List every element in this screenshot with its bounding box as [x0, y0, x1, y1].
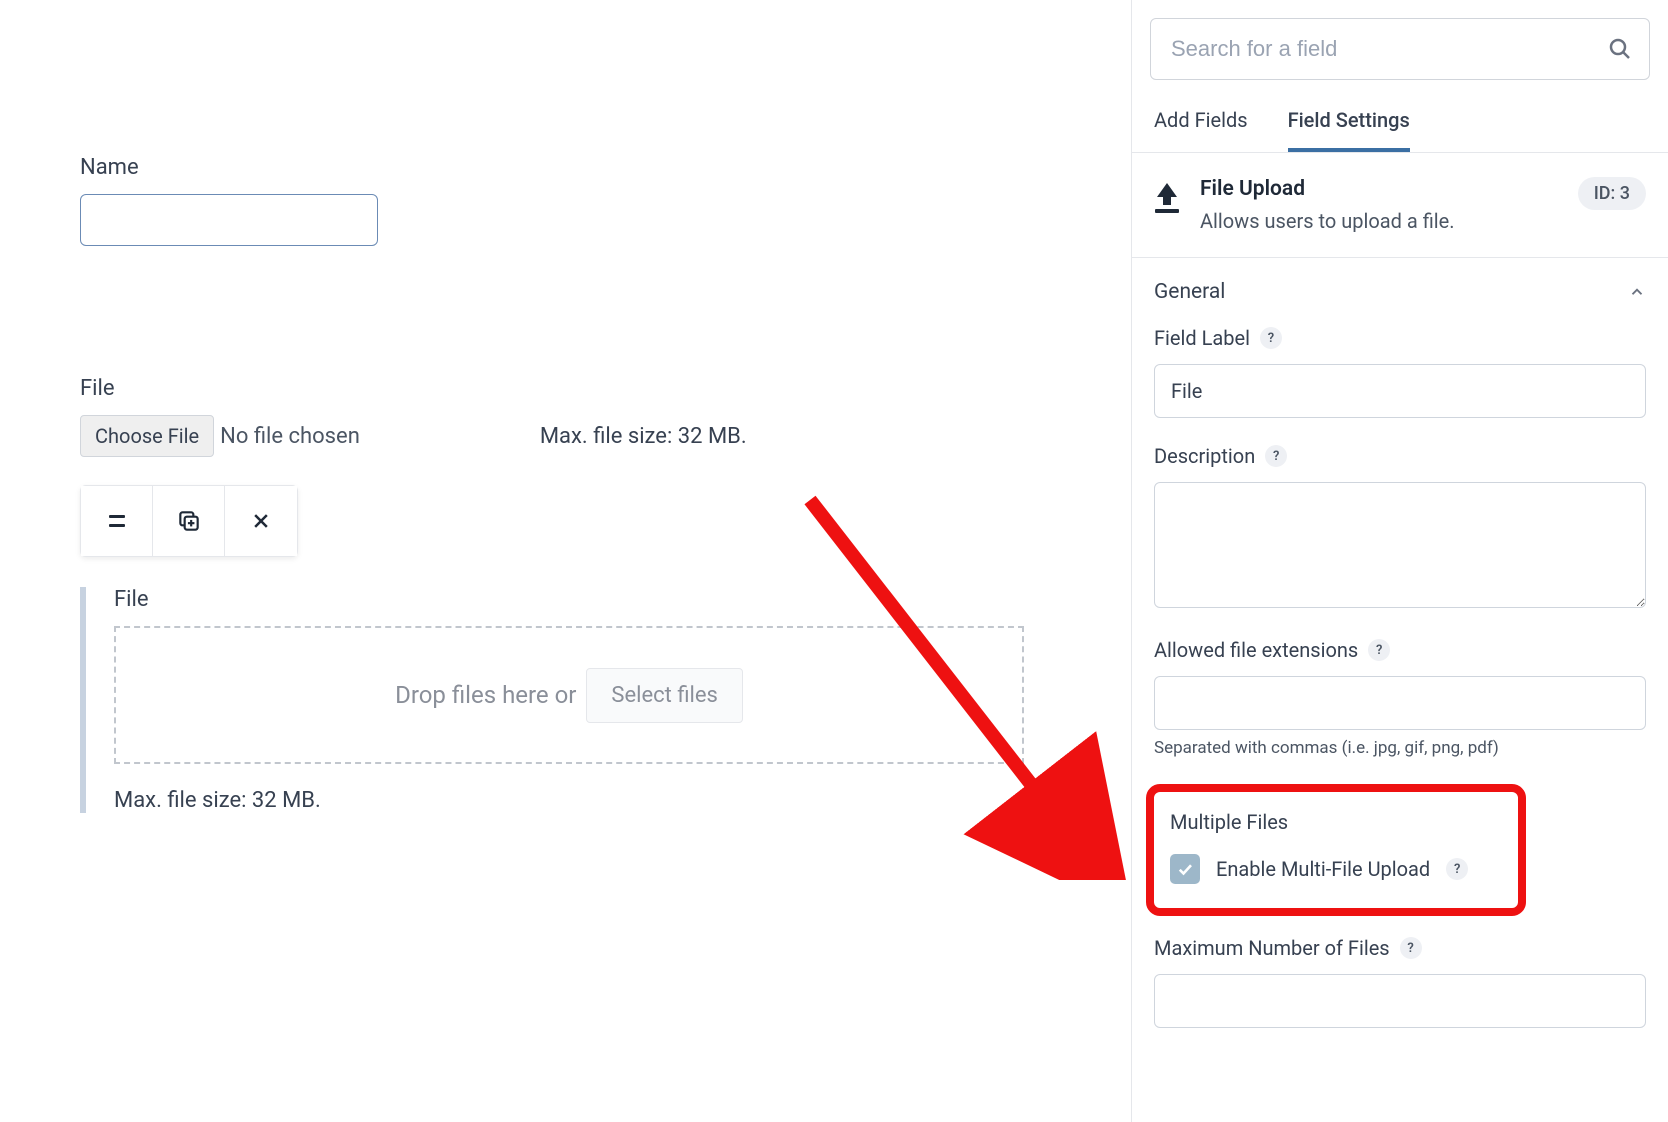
field-toolbar: [80, 485, 298, 557]
sidebar-tabs: Add Fields Field Settings: [1132, 80, 1668, 153]
dropzone[interactable]: Drop files here or Select files: [114, 626, 1024, 764]
tab-add-fields[interactable]: Add Fields: [1154, 108, 1248, 152]
field-label-label: Field Label: [1154, 326, 1250, 350]
field-id-badge: ID: 3: [1578, 177, 1646, 210]
help-icon[interactable]: ?: [1368, 639, 1390, 661]
description-label: Description: [1154, 444, 1255, 468]
enable-multifile-checkbox[interactable]: [1170, 854, 1200, 884]
accordion-general[interactable]: General: [1132, 258, 1668, 326]
field-label-input[interactable]: [1154, 364, 1646, 418]
field-header: File Upload Allows users to upload a fil…: [1132, 153, 1668, 258]
upload-icon: [1154, 183, 1180, 213]
extensions-input[interactable]: [1154, 676, 1646, 730]
help-icon[interactable]: ?: [1260, 327, 1282, 349]
delete-button[interactable]: [225, 486, 297, 556]
setting-field-label: Field Label ?: [1154, 326, 1646, 418]
search-input[interactable]: [1150, 18, 1650, 80]
extensions-hint: Separated with commas (i.e. jpg, gif, pn…: [1154, 738, 1646, 758]
search-icon: [1608, 37, 1632, 61]
max-file-size-text: Max. file size: 32 MB.: [540, 424, 747, 449]
choose-file-button[interactable]: Choose File: [80, 415, 214, 457]
description-textarea[interactable]: [1154, 482, 1646, 608]
no-file-text: No file chosen: [220, 424, 360, 449]
setting-multiple-files-highlight: Multiple Files Enable Multi-File Upload …: [1146, 784, 1526, 916]
drag-icon: [109, 515, 125, 527]
file-upload-single: File Choose File No file chosen Max. fil…: [80, 376, 1071, 557]
sidebar-panel: Add Fields Field Settings File Upload Al…: [1131, 0, 1668, 1122]
name-input[interactable]: [80, 194, 378, 246]
setting-extensions: Allowed file extensions ? Separated with…: [1154, 638, 1646, 758]
chevron-up-icon: [1628, 283, 1646, 301]
file-upload-multi-selected[interactable]: File Drop files here or Select files Max…: [80, 587, 1071, 813]
settings-body: Field Label ? Description ? Allowed file…: [1132, 326, 1668, 1028]
tab-field-settings[interactable]: Field Settings: [1288, 108, 1410, 152]
name-label: Name: [80, 155, 1071, 180]
file1-label: File: [80, 376, 1071, 401]
max-files-label: Maximum Number of Files: [1154, 936, 1390, 960]
multiple-files-title: Multiple Files: [1170, 810, 1502, 834]
form-preview: Name File Choose File No file chosen Max…: [0, 0, 1131, 1122]
drag-handle[interactable]: [81, 486, 153, 556]
duplicate-button[interactable]: [153, 486, 225, 556]
select-files-button[interactable]: Select files: [586, 668, 742, 723]
help-icon[interactable]: ?: [1265, 445, 1287, 467]
setting-description: Description ?: [1154, 444, 1646, 612]
duplicate-icon: [176, 508, 202, 534]
drop-text: Drop files here or: [395, 681, 576, 709]
close-icon: [251, 511, 271, 531]
field-type-desc: Allows users to upload a file.: [1200, 209, 1558, 233]
accordion-title: General: [1154, 280, 1225, 304]
check-icon: [1176, 860, 1194, 878]
file-input-row: Choose File No file chosen Max. file siz…: [80, 415, 1071, 457]
enable-multifile-label: Enable Multi-File Upload: [1216, 857, 1430, 881]
max-file-size-text-2: Max. file size: 32 MB.: [114, 788, 1071, 813]
search-field-wrap: [1150, 18, 1650, 80]
field-type-title: File Upload: [1200, 177, 1558, 201]
name-field-group: Name: [80, 155, 1071, 246]
max-files-input[interactable]: [1154, 974, 1646, 1028]
extensions-label: Allowed file extensions: [1154, 638, 1358, 662]
help-icon[interactable]: ?: [1446, 858, 1468, 880]
setting-max-files: Maximum Number of Files ?: [1154, 936, 1646, 1028]
help-icon[interactable]: ?: [1400, 937, 1422, 959]
file2-label: File: [114, 587, 1071, 612]
